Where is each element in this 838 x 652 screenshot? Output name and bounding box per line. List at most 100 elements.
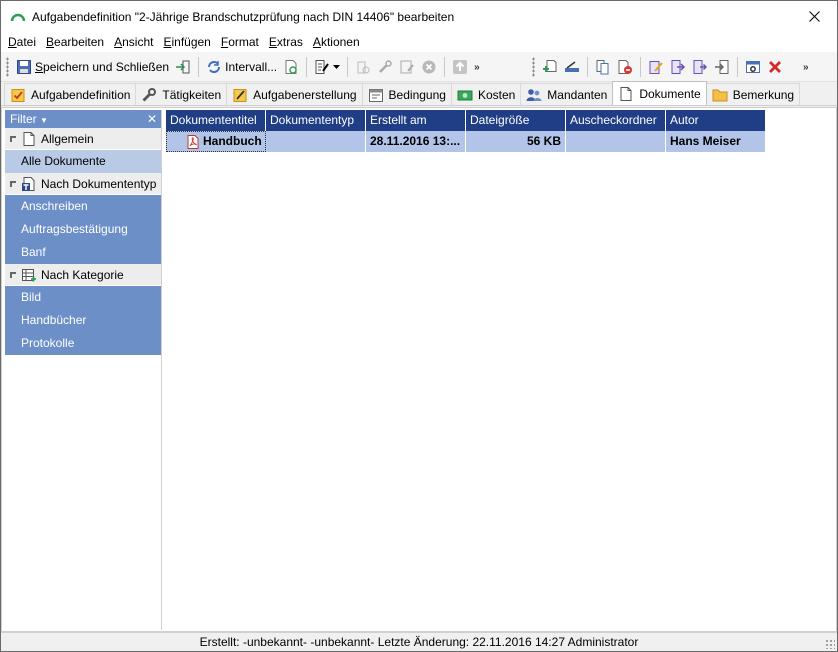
interval-button[interactable]: Intervall... bbox=[203, 56, 280, 78]
column-header-erstellt-am[interactable]: Erstellt am bbox=[366, 110, 466, 131]
filter-item-alle-dokumente[interactable]: Alle Dokumente bbox=[5, 150, 161, 173]
toolbar-overflow-button[interactable]: » bbox=[471, 56, 483, 78]
table-header: Dokumententitel Dokumententyp Erstellt a… bbox=[166, 110, 766, 131]
wrench-icon bbox=[142, 87, 157, 101]
filter-item-bild[interactable]: Bild bbox=[5, 286, 161, 309]
category-icon bbox=[22, 268, 36, 281]
filter-group-allgemein[interactable]: Allgemein bbox=[5, 128, 161, 150]
edit-dropdown-button[interactable] bbox=[311, 56, 343, 78]
menu-einfuegen[interactable]: Einfügen bbox=[158, 32, 215, 52]
tab-taetigkeiten[interactable]: Tätigkeiten bbox=[135, 83, 228, 105]
toolbar-separator bbox=[306, 57, 308, 77]
cancel-button-disabled[interactable] bbox=[418, 56, 440, 78]
task-checklist-icon bbox=[11, 88, 25, 102]
document-refresh-button[interactable] bbox=[280, 56, 302, 78]
tab-dokumente[interactable]: Dokumente bbox=[612, 81, 707, 105]
cell-dateigroesse[interactable]: 56 KB bbox=[466, 131, 566, 152]
filter-item-auftragsbestaetigung[interactable]: Auftragsbestätigung bbox=[5, 218, 161, 241]
refresh-cycle-icon bbox=[208, 61, 221, 73]
window-title: Aufgabendefinition "2-Jährige Brandschut… bbox=[32, 9, 455, 24]
menu-format[interactable]: Format bbox=[216, 32, 264, 52]
filter-title: Filter bbox=[10, 112, 37, 126]
filter-group-dokumententyp[interactable]: Nach Dokumententyp bbox=[5, 173, 161, 195]
toolbar-grip[interactable] bbox=[6, 57, 9, 77]
tab-aufgabendefinition[interactable]: Aufgabendefinition bbox=[4, 83, 137, 105]
import-button[interactable] bbox=[711, 56, 733, 78]
checklist-disabled-icon bbox=[400, 60, 414, 74]
cell-auscheckordner[interactable] bbox=[566, 131, 666, 152]
export-button[interactable] bbox=[667, 56, 689, 78]
menu-datei[interactable]: Datei bbox=[3, 32, 41, 52]
toolbar-separator bbox=[198, 57, 200, 77]
delete-button[interactable] bbox=[764, 56, 786, 78]
document-edit-icon bbox=[315, 60, 329, 74]
upload-button-disabled[interactable] bbox=[449, 56, 471, 78]
column-header-dateigroesse[interactable]: Dateigröße bbox=[466, 110, 566, 131]
tab-mandanten[interactable]: Mandanten bbox=[520, 83, 614, 105]
document-delete-button[interactable] bbox=[614, 56, 636, 78]
toolbar: Speichern und Schließen Intervall... » » bbox=[1, 52, 837, 82]
table-row[interactable]: Handbuch 28.11.2016 13:... 56 KB Hans Me… bbox=[166, 131, 766, 152]
filter-item-protokolle[interactable]: Protokolle bbox=[5, 332, 161, 355]
calendar-condition-icon bbox=[368, 88, 383, 102]
cell-erstellt-am[interactable]: 28.11.2016 13:... bbox=[366, 131, 466, 152]
application-window: Aufgabendefinition "2-Jährige Brandschut… bbox=[0, 0, 838, 652]
cell-autor[interactable]: Hans Meiser bbox=[666, 131, 766, 152]
settings-window-icon bbox=[746, 61, 760, 73]
scanner-icon bbox=[565, 61, 579, 72]
menu-ansicht[interactable]: Ansicht bbox=[109, 32, 158, 52]
tab-aufgabenerstellung[interactable]: Aufgabenerstellung bbox=[226, 83, 363, 105]
filter-item-handbuecher[interactable]: Handbücher bbox=[5, 309, 161, 332]
folder-note-icon bbox=[712, 89, 728, 101]
chevron-down-icon: ▼ bbox=[40, 116, 48, 125]
task-create-icon bbox=[233, 88, 247, 102]
close-window-button[interactable] bbox=[791, 1, 837, 31]
filter-item-banf[interactable]: Banf bbox=[5, 241, 161, 264]
collapse-corner-icon bbox=[10, 135, 16, 142]
column-header-dokumententitel[interactable]: Dokumententitel bbox=[166, 110, 266, 131]
menu-bar: Datei Bearbeiten Ansicht Einfügen Format… bbox=[1, 32, 837, 52]
menu-extras[interactable]: Extras bbox=[264, 32, 308, 52]
chevron-down-icon bbox=[333, 65, 341, 69]
documents-panel: Filter ▼ ✕ Allgemein Alle Dokumente Nach… bbox=[1, 107, 837, 632]
cell-dokumententitel[interactable]: Handbuch bbox=[166, 131, 266, 152]
collapse-corner-icon bbox=[10, 180, 16, 187]
save-and-close-button[interactable]: Speichern und Schließen bbox=[13, 56, 172, 78]
cell-dokumententyp[interactable] bbox=[266, 131, 366, 152]
filter-item-anschreiben[interactable]: Anschreiben bbox=[5, 195, 161, 218]
close-filter-button[interactable]: ✕ bbox=[147, 112, 157, 126]
filter-group-kategorie[interactable]: Nach Kategorie bbox=[5, 264, 161, 286]
status-text: Erstellt: -unbekannt- -unbekannt- Letzte… bbox=[199, 635, 639, 649]
tab-bemerkung[interactable]: Bemerkung bbox=[705, 83, 801, 105]
toolbar-separator bbox=[444, 57, 446, 77]
toolbar-grip[interactable] bbox=[532, 57, 535, 77]
forward-button[interactable] bbox=[689, 56, 711, 78]
document-link-button[interactable] bbox=[592, 56, 614, 78]
toolbar-separator bbox=[587, 57, 588, 77]
tab-kosten[interactable]: Kosten bbox=[450, 83, 522, 105]
tab-bedingung[interactable]: Bedingung bbox=[361, 83, 452, 105]
toolbar-overflow-button[interactable]: » bbox=[800, 56, 812, 78]
resize-grip[interactable] bbox=[825, 639, 835, 649]
column-header-autor[interactable]: Autor bbox=[666, 110, 766, 131]
exit-button[interactable] bbox=[172, 56, 194, 78]
copy-button-disabled[interactable] bbox=[352, 56, 374, 78]
document-forward-icon bbox=[693, 60, 708, 74]
column-header-auscheckordner[interactable]: Auscheckordner bbox=[566, 110, 666, 131]
document-delete-icon bbox=[618, 60, 632, 74]
new-task-button[interactable] bbox=[539, 56, 561, 78]
document-icon bbox=[620, 86, 632, 101]
copy-disabled-icon bbox=[357, 61, 370, 74]
filter-panel: Filter ▼ ✕ Allgemein Alle Dokumente Nach… bbox=[5, 110, 162, 630]
edit-document-button[interactable] bbox=[645, 56, 667, 78]
upload-arrow-icon bbox=[453, 60, 468, 74]
menu-aktionen[interactable]: Aktionen bbox=[308, 32, 365, 52]
checklist-button-disabled[interactable] bbox=[396, 56, 418, 78]
scan-button[interactable] bbox=[561, 56, 583, 78]
tools-button-disabled[interactable] bbox=[374, 56, 396, 78]
settings-button[interactable] bbox=[742, 56, 764, 78]
filter-header[interactable]: Filter ▼ ✕ bbox=[5, 110, 161, 128]
doctype-icon bbox=[22, 176, 35, 191]
column-header-dokumententyp[interactable]: Dokumententyp bbox=[266, 110, 366, 131]
menu-bearbeiten[interactable]: Bearbeiten bbox=[41, 32, 109, 52]
